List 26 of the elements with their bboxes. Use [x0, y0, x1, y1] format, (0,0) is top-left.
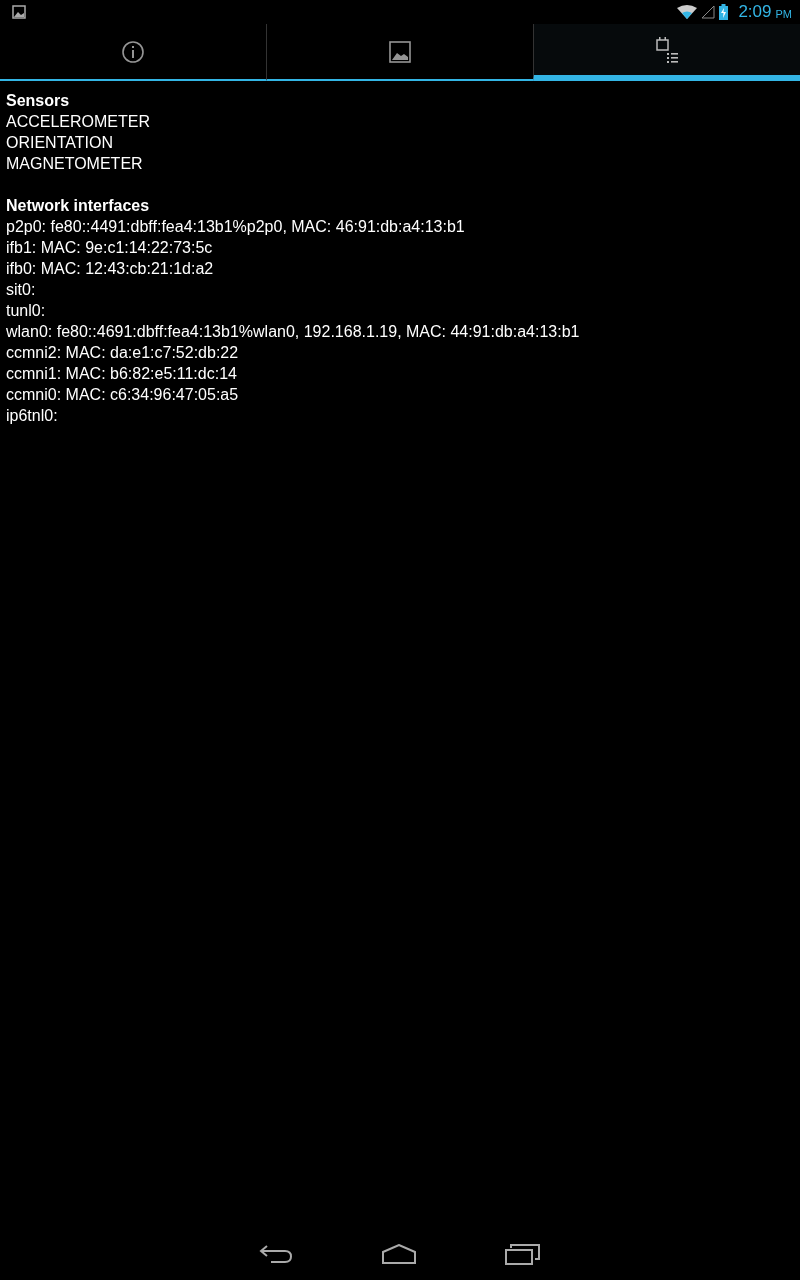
battery-icon	[719, 4, 729, 20]
image-icon	[389, 40, 411, 63]
info-line: ORIENTATION	[6, 133, 114, 153]
clock-time: 2:09	[738, 2, 772, 22]
info-line: ccmni0: MAC: c6:34:96:47:05:a5	[6, 385, 240, 405]
signal-icon	[701, 5, 716, 19]
info-line: sit0:	[6, 280, 37, 300]
info-line: ACCELEROMETER	[6, 112, 152, 132]
info-line: ccmni2: MAC: da:e1:c7:52:db:22	[6, 343, 240, 363]
picture-notification-icon	[12, 5, 26, 19]
info-line: wlan0: fe80::4691:dbff:fea4:13b1%wlan0, 192.168.1.19, MAC: 44:91:db:a4:13:b1	[6, 322, 581, 342]
clock-ampm: PM	[775, 8, 792, 20]
info-line: p2p0: fe80::4491:dbff:fea4:13b1%p2p0, MAC: 46:91:db:a4:13:b1	[6, 217, 466, 237]
info-line: ifb0: MAC: 12:43:cb:21:1d:a2	[6, 259, 215, 279]
info-line: tunl0:	[6, 301, 47, 321]
info-line: ifb1: MAC: 9e:c1:14:22:73:5c	[6, 238, 214, 258]
info-icon	[122, 40, 144, 63]
calendar-list-icon	[656, 36, 678, 63]
info-line: MAGNETOMETER	[6, 154, 144, 174]
section-heading: Sensors	[6, 91, 71, 111]
tab[interactable]	[266, 24, 533, 81]
info-line: ccmni1: MAC: b6:82:e5:11:dc:14	[6, 364, 238, 384]
tab[interactable]	[533, 24, 800, 81]
wifi-icon	[677, 5, 698, 19]
section-heading: Network interfaces	[6, 196, 151, 216]
info-line: ip6tnl0:	[6, 406, 59, 426]
